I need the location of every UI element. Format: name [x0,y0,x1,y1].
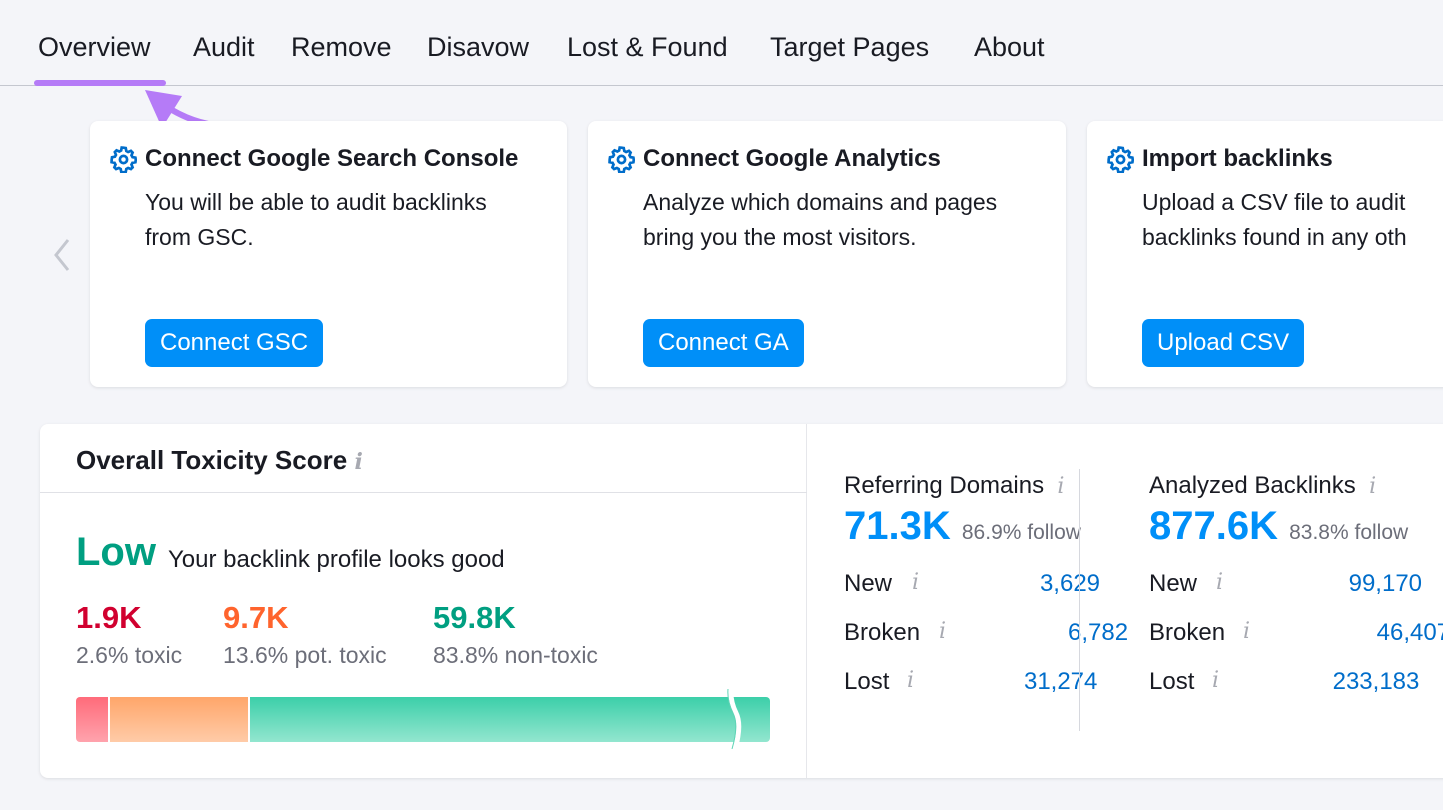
connect-ga-button[interactable]: Connect GA [643,319,804,367]
toxicity-header: Overall Toxicity Score i [40,424,807,493]
toxicity-section: Overall Toxicity Score i Low Your backli… [40,424,807,778]
bar-segment-toxic [76,697,108,742]
metric-label: Lost [844,668,890,695]
analyzed-backlinks-value: 877.6K [1149,504,1278,548]
card-description: Analyze which domains and pages bring you… [643,189,998,250]
info-icon[interactable]: i [354,449,362,475]
metric-label: New [844,570,893,597]
card-import-backlinks: Import backlinks Upload a CSV file to au… [1087,121,1443,387]
gear-icon [1107,146,1134,173]
info-icon[interactable]: i [939,619,946,644]
metric-row-lost: Lost i 31,274 [844,668,1097,696]
analyzed-backlinks-title: Analyzed Backlinks [1149,472,1356,499]
metric-value[interactable]: 46,407 [1377,619,1443,647]
tab-remove[interactable]: Remove [291,32,392,63]
referring-domains-value: 71.3K [844,504,951,548]
tab-disavow[interactable]: Disavow [427,32,529,63]
metric-value[interactable]: 6,782 [1068,619,1128,647]
metric-row-broken: Broken i 6,782 [844,619,1128,647]
follow-percent: 83.8% follow [1289,521,1409,544]
metric-value[interactable]: 99,170 [1349,570,1422,598]
metric-value[interactable]: 31,274 [1024,668,1097,696]
toxicity-level: Low [76,530,156,574]
metric-label: Lost [1149,668,1195,695]
connect-gsc-button[interactable]: Connect GSC [145,319,324,367]
card-title: Import backlinks [1142,145,1333,172]
metric-row-new: New i 3,629 [844,570,1100,598]
metric-value[interactable]: 3,629 [1040,570,1100,598]
info-icon[interactable]: i [907,668,914,693]
referring-domains: Referring Domains i 71.3K 86.9% follow [844,472,1081,549]
card-connect-gsc: Connect Google Search Console You will b… [90,121,567,387]
toxicity-bar [76,697,770,742]
metric-label: Broken [844,619,921,646]
scale-break-icon [727,689,742,749]
info-icon[interactable]: i [1369,474,1376,499]
metric-value[interactable]: 233,183 [1333,668,1420,696]
referring-domains-title: Referring Domains [844,472,1045,499]
analyzed-backlinks: Analyzed Backlinks i 877.6K 83.8% follow [1149,472,1408,549]
divider [1079,469,1080,731]
info-icon[interactable]: i [1216,570,1223,595]
tab-bar: Overview Audit Remove Disavow Lost & Fou… [0,0,1443,86]
bar-segment-non-toxic [250,697,770,742]
upload-csv-button[interactable]: Upload CSV [1142,319,1305,367]
non-toxic-stat: 59.8K 83.8% non-toxic [433,600,598,668]
metric-label: New [1149,570,1198,597]
info-icon[interactable]: i [1243,619,1250,644]
metric-label: Broken [1149,619,1226,646]
card-connect-ga: Connect Google Analytics Analyze which d… [588,121,1066,387]
card-title: Connect Google Search Console [145,145,519,172]
pot-toxic-stat: 9.7K 13.6% pot. toxic [223,600,387,668]
metric-row-lost: Lost i 233,183 [1149,668,1419,696]
metric-row-new: New i 99,170 [1149,570,1422,598]
bar-segment-pot-toxic [110,697,248,742]
info-icon[interactable]: i [1057,474,1064,499]
tab-overview[interactable]: Overview [38,32,151,63]
gear-icon [110,146,137,173]
tab-lost-found[interactable]: Lost & Found [567,32,728,63]
tab-audit[interactable]: Audit [193,32,255,63]
tab-about[interactable]: About [974,32,1045,63]
tab-target-pages[interactable]: Target Pages [770,32,929,63]
carousel-prev-icon[interactable] [52,238,72,272]
metric-row-broken: Broken i 46,407 [1149,619,1443,647]
toxicity-title: Overall Toxicity Score i [76,445,363,475]
toxicity-message: Your backlink profile looks good [168,546,505,573]
card-title: Connect Google Analytics [643,145,941,172]
gear-icon [608,146,635,173]
card-description: Upload a CSV file to audit backlinks foun… [1142,189,1407,250]
card-description: You will be able to audit backlinks from … [145,189,487,250]
toxic-stat: 1.9K 2.6% toxic [76,600,183,668]
info-icon[interactable]: i [912,570,919,595]
follow-percent: 86.9% follow [961,521,1081,544]
info-icon[interactable]: i [1212,668,1219,693]
